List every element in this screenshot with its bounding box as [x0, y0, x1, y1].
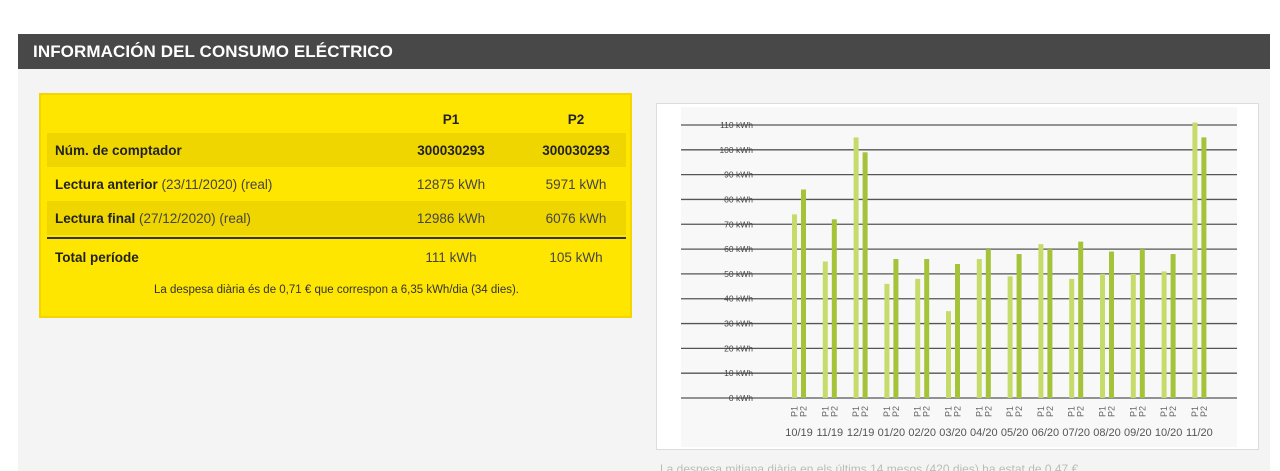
- x-period-label: P2: [953, 406, 963, 417]
- bar-p2: [862, 152, 868, 398]
- x-period-label: P2: [983, 406, 993, 417]
- x-category-label: 12/19: [847, 427, 875, 439]
- x-category-label: 02/20: [908, 427, 936, 439]
- bar-p2: [1078, 241, 1084, 398]
- bar-p2: [1109, 251, 1114, 398]
- y-tick-label: 20 kWh: [724, 343, 753, 353]
- bar-p1: [1130, 273, 1136, 398]
- x-category-label: 11/20: [1186, 427, 1213, 439]
- table-row: Núm. de comptador 300030293 300030293: [47, 133, 626, 167]
- bar-p1: [1161, 271, 1167, 398]
- bar-p1: [1192, 122, 1198, 398]
- x-category-label: 04/20: [970, 427, 998, 439]
- bar-p1: [1100, 273, 1105, 398]
- x-period-label: P2: [799, 406, 809, 417]
- x-category-label: 07/20: [1062, 427, 1090, 439]
- x-category-label: 09/20: [1124, 427, 1152, 439]
- bar-p1: [946, 311, 951, 398]
- bar-p1: [915, 278, 921, 398]
- total-label: Total període: [55, 249, 139, 265]
- average-cost-note: La despesa mitjana diària en els últims …: [660, 462, 1082, 471]
- x-period-label: P2: [860, 406, 870, 417]
- meter-number-p1: 300030293: [417, 142, 485, 158]
- table-header-row: P1 P2: [47, 101, 626, 137]
- x-period-label: P2: [1199, 406, 1209, 417]
- x-period-label: P2: [1076, 406, 1086, 417]
- y-tick-label: 80 kWh: [724, 194, 753, 204]
- y-tick-label: 40 kWh: [724, 294, 753, 304]
- total-row: Total període 111 kWh 105 kWh: [47, 239, 626, 275]
- bar-p2: [1170, 254, 1176, 398]
- bar-p2: [831, 219, 837, 398]
- y-tick-label: 50 kWh: [724, 269, 753, 279]
- y-tick-label: 90 kWh: [724, 170, 753, 180]
- row-label: Lectura anterior (23/11/2020) (real): [55, 176, 273, 192]
- bar-p2: [1047, 249, 1053, 398]
- x-period-label: P2: [829, 406, 839, 417]
- previous-reading-p1: 12875 kWh: [416, 176, 486, 192]
- final-reading-p1: 12986 kWh: [416, 210, 486, 226]
- table-row: Lectura final (27/12/2020) (real) 12986 …: [47, 201, 626, 235]
- final-reading-p2: 6076 kWh: [545, 210, 607, 226]
- bar-p1: [822, 261, 828, 398]
- bar-p2: [1139, 249, 1145, 398]
- y-tick-label: 0 kWh: [729, 393, 753, 403]
- y-tick-label: 30 kWh: [724, 319, 753, 329]
- chart-svg: 0 kWh 10 kWh 20 kWh 30 kWh 40 kWh 50 kWh 60 kW…: [681, 107, 1237, 447]
- bar-p2: [1016, 254, 1022, 398]
- bar-p1: [792, 214, 797, 398]
- previous-reading-p2: 5971 kWh: [545, 176, 607, 192]
- column-header-p1: P1: [442, 111, 460, 127]
- bar-p2: [1201, 137, 1207, 398]
- x-period-label: P2: [1168, 406, 1178, 417]
- total-p2: 105 kWh: [549, 249, 603, 265]
- y-tick-label: 100 kWh: [719, 145, 753, 155]
- x-period-label: P2: [922, 406, 932, 417]
- y-tick-label: 110 kWh: [720, 120, 753, 130]
- x-period-label: P2: [891, 406, 901, 417]
- x-category-label: 10/20: [1155, 427, 1183, 439]
- bar-p1: [1069, 278, 1075, 398]
- x-category-label: 08/20: [1093, 427, 1121, 439]
- bar-p2: [985, 249, 991, 398]
- bar-p1: [976, 259, 982, 398]
- x-period-label: P2: [1045, 406, 1055, 417]
- x-category-label: 11/19: [816, 427, 843, 439]
- y-tick-label: 70 kWh: [724, 219, 753, 229]
- bar-p2: [893, 259, 899, 398]
- bar-p2: [801, 189, 806, 398]
- total-p1: 111 kWh: [425, 249, 477, 265]
- x-category-label: 05/20: [1001, 427, 1029, 439]
- bar-p1: [1038, 244, 1044, 398]
- daily-cost-note: La despesa diària és de 0,71 € que corre…: [153, 284, 520, 296]
- y-tick-label: 10 kWh: [724, 368, 753, 378]
- x-category-label: 01/20: [878, 427, 906, 439]
- row-label: Núm. de comptador: [55, 142, 182, 158]
- column-header-p2: P2: [567, 111, 585, 127]
- x-period-label: P2: [1137, 406, 1147, 417]
- bar-p2: [955, 263, 960, 398]
- consumption-chart: 0 kWh 10 kWh 20 kWh 30 kWh 40 kWh 50 kWh 60 kW…: [656, 103, 1259, 450]
- x-category-label: 06/20: [1032, 427, 1060, 439]
- row-label: Lectura final (27/12/2020) (real): [55, 210, 251, 226]
- section-header: INFORMACIÓN DEL CONSUMO ELÉCTRICO: [18, 34, 1270, 69]
- table-row: Lectura anterior (23/11/2020) (real) 128…: [47, 167, 626, 201]
- x-category-label: 10/19: [785, 427, 813, 439]
- consumption-table: P1 P2 Núm. de comptador 300030293 300030…: [39, 93, 632, 318]
- x-period-label: P2: [1107, 406, 1117, 417]
- bar-p1: [853, 137, 859, 398]
- y-tick-label: 60 kWh: [724, 244, 753, 254]
- x-category-label: 03/20: [939, 427, 967, 439]
- meter-number-p2: 300030293: [542, 142, 610, 158]
- bar-p1: [884, 283, 890, 398]
- x-period-label: P2: [1014, 406, 1024, 417]
- bar-p2: [924, 259, 930, 398]
- bar-p1: [1007, 276, 1013, 398]
